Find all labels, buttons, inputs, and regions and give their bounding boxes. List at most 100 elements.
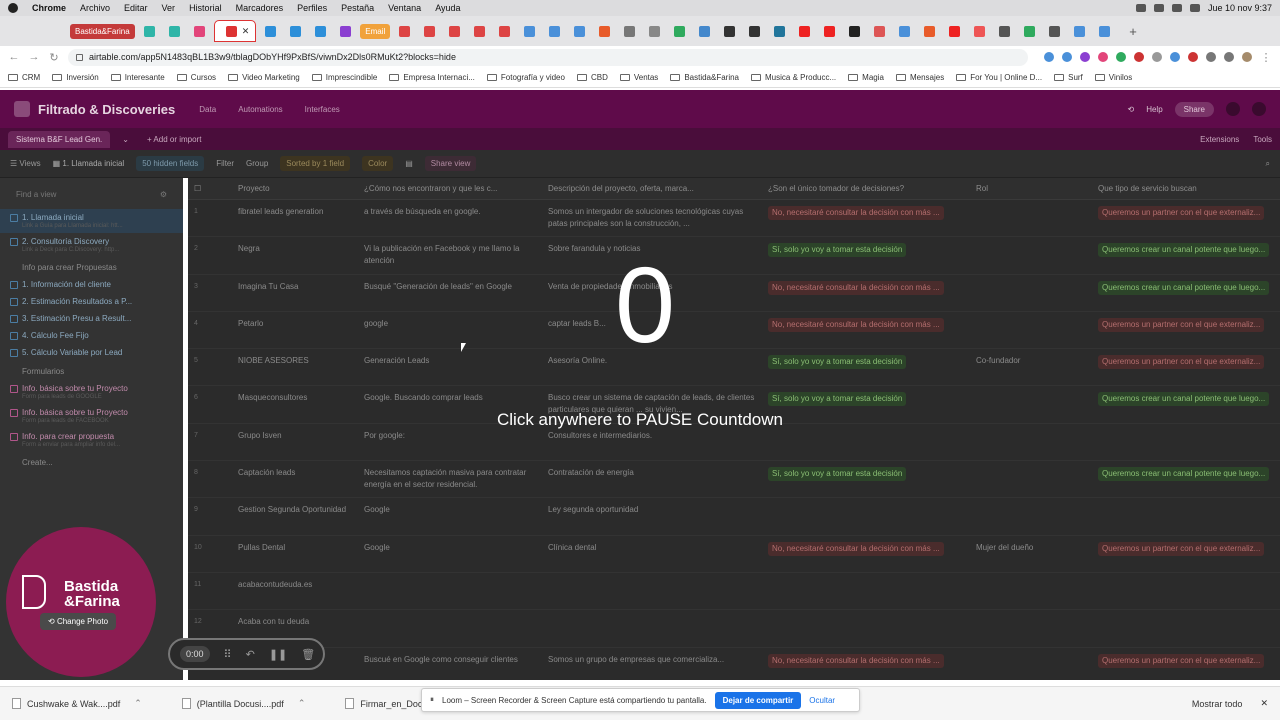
bookmark[interactable]: Ventas	[619, 73, 658, 82]
cell-proyecto[interactable]: Negra	[232, 243, 358, 269]
add-import-button[interactable]: + Add or import	[147, 135, 201, 144]
column-header[interactable]: ¿Son el único tomador de decisiones?	[762, 184, 970, 193]
stop-sharing-button[interactable]: Dejar de compartir	[714, 691, 802, 709]
cell-rol[interactable]	[970, 206, 1092, 232]
table-tab[interactable]: Sistema B&F Lead Gen.	[8, 130, 111, 148]
download-item[interactable]: (Plantilla Docusi....pdf ⌃	[181, 698, 305, 709]
tab-favicon-icon[interactable]	[340, 25, 352, 37]
tab-group-bastida[interactable]: Bastida&Farina	[70, 23, 135, 39]
tab-favicon-icon[interactable]	[674, 25, 686, 37]
gmail-icon[interactable]	[474, 25, 486, 37]
cell-como[interactable]: Google	[358, 542, 542, 568]
form-view-item[interactable]: Info. para crear propuesta Form a enviar …	[0, 428, 183, 452]
cell-rol[interactable]: Co-fundador	[970, 355, 1092, 381]
extension-icon[interactable]	[1062, 52, 1072, 62]
cell-como[interactable]: Buscué en Google como conseguir clientes	[358, 654, 542, 680]
tab-favicon-icon[interactable]	[699, 25, 711, 37]
tab-favicon-icon[interactable]	[874, 25, 886, 37]
cell-tomador[interactable]: No, necesitaré consultar la decisión con…	[762, 541, 970, 568]
wifi-icon[interactable]	[1153, 4, 1164, 12]
cell-servicio[interactable]	[1092, 616, 1280, 642]
table-row[interactable]: 11 acabacontudeuda.es	[188, 573, 1280, 611]
lock-icon[interactable]	[76, 53, 83, 61]
cell-como[interactable]: Busqué "Generación de leads" en Google	[358, 281, 542, 307]
bookmark[interactable]: Bastida&Farina	[670, 73, 739, 82]
chevron-down-icon[interactable]: ⌄	[122, 135, 129, 144]
cell-proyecto[interactable]: Pullas Dental	[232, 542, 358, 568]
profile-avatar[interactable]	[1242, 52, 1252, 62]
puzzle-icon[interactable]	[1206, 52, 1216, 62]
section-forms[interactable]: Formularios	[0, 361, 183, 380]
cell-rol[interactable]	[970, 654, 1092, 680]
youtube-icon[interactable]	[949, 25, 961, 37]
cell-servicio[interactable]: Queremos crear un canal potente que lueg…	[1092, 467, 1280, 493]
table-row[interactable]: 5 NIOBE ASESORES Generación Leads Asesoría …	[188, 349, 1280, 387]
view-item[interactable]: 2. Consultoría Discovery Link a Deck par…	[0, 233, 183, 257]
row-number[interactable]: 8	[188, 467, 232, 493]
table-row[interactable]: 4 Petarlo google captar leads B... No, neces…	[188, 312, 1280, 350]
cell-servicio[interactable]: Queremos un partner con el que externali…	[1092, 317, 1280, 344]
cell-descripcion[interactable]: Contratación de energía	[542, 467, 762, 493]
tab-favicon-icon[interactable]	[924, 25, 936, 37]
column-header[interactable]: Rol	[970, 184, 1092, 193]
extension-icon[interactable]	[1098, 52, 1108, 62]
trash-icon[interactable]: 🗑	[301, 648, 315, 661]
cell-proyecto[interactable]: fibratel leads generation	[232, 206, 358, 232]
view-item[interactable]: 2. Estimación Resultados a P...	[0, 293, 183, 310]
menu-historial[interactable]: Historial	[189, 3, 222, 13]
color-button[interactable]: Color	[362, 156, 394, 171]
cell-como[interactable]: Google	[358, 504, 542, 530]
docs-icon[interactable]	[574, 25, 586, 37]
column-header[interactable]: Proyecto	[232, 184, 358, 193]
tab-favicon-icon[interactable]	[824, 25, 836, 37]
cell-rol[interactable]	[970, 243, 1092, 269]
cell-rol[interactable]	[970, 430, 1092, 456]
bookmark[interactable]: Vinilos	[1094, 73, 1132, 82]
menu-ventana[interactable]: Ventana	[388, 3, 421, 13]
extensions-button[interactable]: Extensions	[1200, 135, 1239, 144]
cell-rol[interactable]	[970, 504, 1092, 530]
download-item[interactable]: Cushwake & Wak....pdf ⌃	[12, 698, 142, 709]
control-center-icon[interactable]	[1189, 4, 1200, 12]
cell-como[interactable]	[358, 616, 542, 642]
tab-favicon-icon[interactable]	[143, 25, 155, 37]
cell-descripcion[interactable]	[542, 579, 762, 605]
cell-servicio[interactable]: Queremos crear un canal potente que lueg…	[1092, 243, 1280, 269]
change-photo-button[interactable]: ⟲ Change Photo	[40, 613, 117, 630]
drag-handle-icon[interactable]: ⠿	[224, 648, 232, 661]
tab-favicon-icon[interactable]	[168, 25, 180, 37]
share-view-button[interactable]: Share view	[424, 156, 477, 171]
tab-favicon-icon[interactable]	[265, 25, 277, 37]
cell-servicio[interactable]: Queremos un partner con el que externali…	[1092, 541, 1280, 568]
cell-proyecto[interactable]: Grupo Isven	[232, 430, 358, 456]
tab-favicon-icon[interactable]	[624, 25, 636, 37]
gmail-icon[interactable]	[449, 25, 461, 37]
app-menu[interactable]: Chrome	[32, 3, 66, 13]
cell-como[interactable]: Necesitamos captación masiva para contra…	[358, 467, 542, 493]
bookmark[interactable]: Interesante	[110, 73, 165, 82]
drag-handle-icon[interactable]: ⏸	[430, 695, 434, 705]
tab-favicon-icon[interactable]	[1024, 25, 1036, 37]
cell-proyecto[interactable]: acabacontudeuda.es	[232, 579, 358, 605]
cell-como[interactable]: Generación Leads	[358, 355, 542, 381]
bookmark[interactable]: Inversión	[52, 73, 99, 82]
extension-icon[interactable]	[1188, 52, 1198, 62]
table-row[interactable]: 1 fibratel leads generation a través de bú…	[188, 200, 1280, 238]
bookmark[interactable]: Empresa Internaci...	[389, 73, 475, 82]
row-number[interactable]: 3	[188, 281, 232, 307]
active-tab[interactable]: ✕	[213, 20, 257, 42]
row-number[interactable]: 4	[188, 318, 232, 344]
search-icon[interactable]	[1171, 4, 1182, 12]
tab-favicon-icon[interactable]	[599, 25, 611, 37]
back-icon[interactable]: ←	[8, 51, 20, 63]
table-row[interactable]: 3 Imagina Tu Casa Busqué "Generación de le…	[188, 275, 1280, 312]
help-link[interactable]: Help	[1146, 105, 1162, 114]
cell-como[interactable]: google	[358, 318, 542, 344]
cell-como[interactable]: Vi la publicación en Facebook y me llamo…	[358, 243, 542, 269]
form-view-item[interactable]: Info. básica sobre tu Proyecto Form para …	[0, 404, 183, 428]
gear-icon[interactable]: ⚙	[160, 190, 167, 199]
cell-proyecto[interactable]: Petarlo	[232, 318, 358, 344]
bookmark[interactable]: Musica & Producc...	[751, 73, 836, 82]
tab-favicon-icon[interactable]	[290, 25, 302, 37]
tab-favicon-icon[interactable]	[649, 25, 661, 37]
